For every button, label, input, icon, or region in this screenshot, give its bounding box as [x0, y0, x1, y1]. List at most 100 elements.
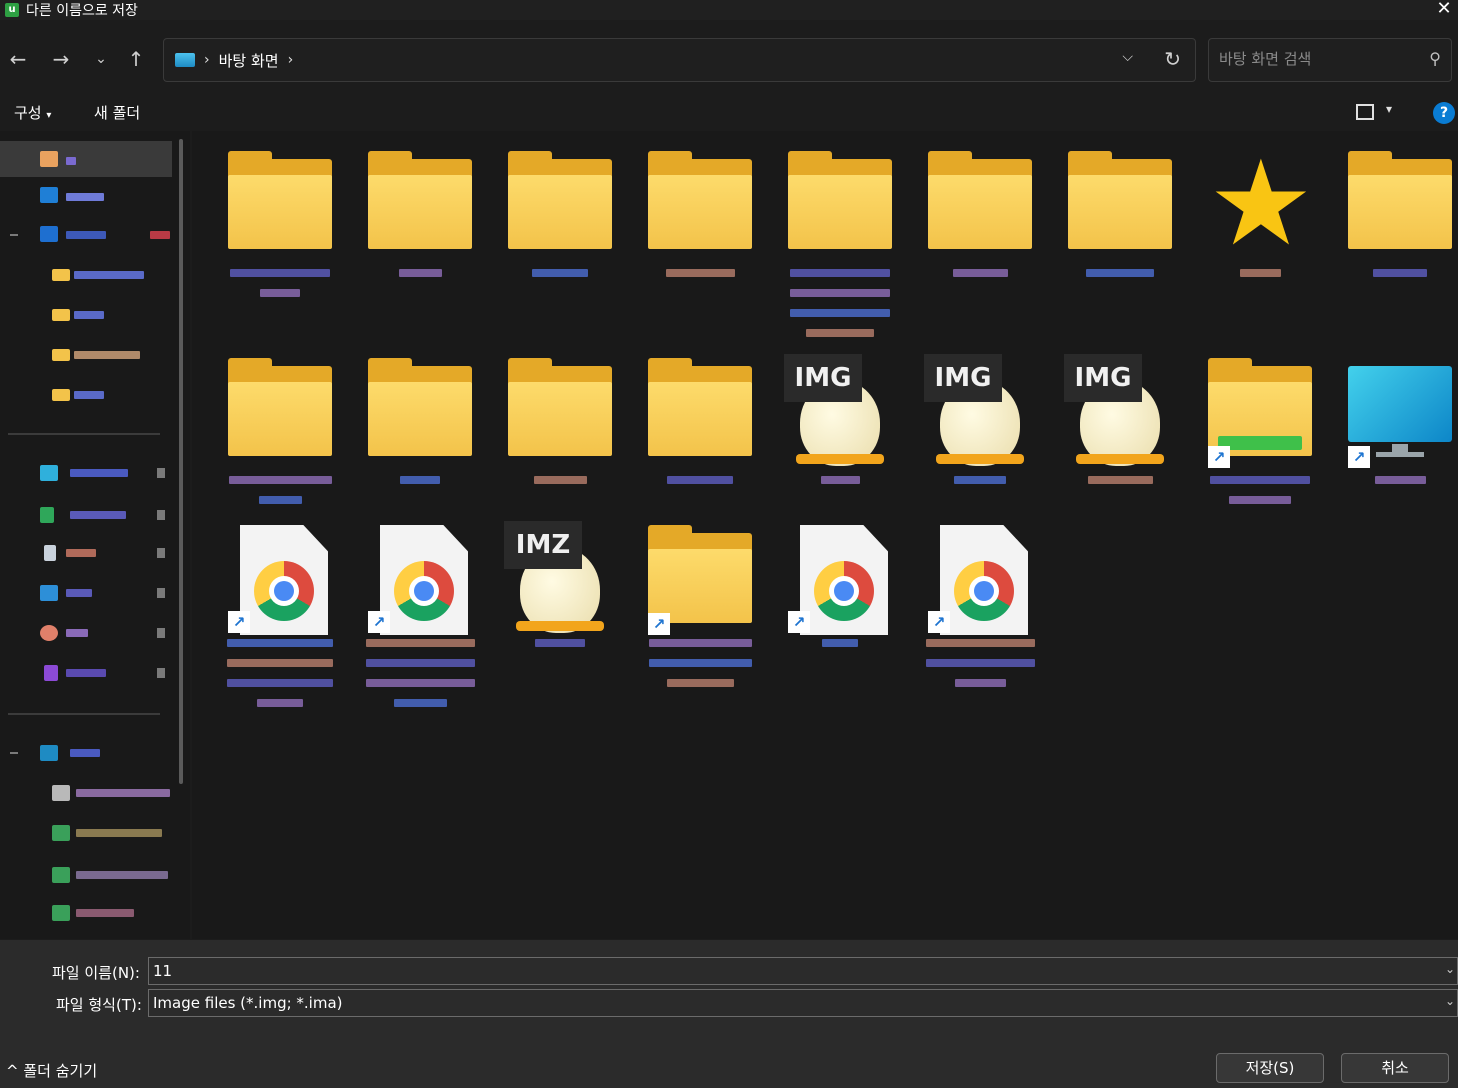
- folder-icon: [1348, 151, 1452, 255]
- sidebar-item-drive[interactable]: [0, 857, 172, 893]
- folder-icon: [52, 269, 70, 281]
- caption-blur: [925, 659, 1035, 667]
- sidebar-item-folder[interactable]: [0, 297, 172, 333]
- breadcrumb-chevron-icon[interactable]: ›: [204, 52, 210, 68]
- file-item-folder-shortcut[interactable]: ↗: [640, 515, 760, 715]
- sidebar-divider: [8, 433, 160, 435]
- sidebar-item-cloud[interactable]: [0, 217, 172, 253]
- chevron-down-icon[interactable]: ⌄: [1445, 962, 1455, 976]
- sidebar-item-desktop[interactable]: [0, 455, 172, 491]
- sidebar-item-drive[interactable]: [0, 775, 172, 811]
- file-item-chrome-shortcut[interactable]: ↗: [920, 515, 1040, 715]
- sidebar-item-this-pc[interactable]: [0, 735, 172, 771]
- file-item-folder[interactable]: [920, 141, 1040, 341]
- save-button[interactable]: 저장(S): [1216, 1053, 1324, 1083]
- caption-blur: [532, 269, 588, 277]
- sidebar-item-folder[interactable]: [0, 337, 172, 373]
- filename-combobox[interactable]: ⌄: [148, 957, 1458, 985]
- sidebar-item-videos[interactable]: [0, 655, 172, 691]
- file-item-pc-shortcut[interactable]: ↗: [1340, 348, 1458, 548]
- caption-blur: [227, 679, 333, 687]
- sidebar-item-folder[interactable]: [0, 377, 172, 413]
- sidebar-item-downloads[interactable]: [0, 497, 172, 533]
- star-icon: ★: [1208, 144, 1314, 262]
- file-item-folder[interactable]: [780, 141, 900, 341]
- sidebar-item-gallery[interactable]: [0, 179, 172, 215]
- file-item-folder[interactable]: [640, 141, 760, 341]
- caption-blur: [400, 476, 440, 484]
- sidebar-item-drive[interactable]: [0, 815, 172, 851]
- up-arrow-icon[interactable]: ↑: [121, 44, 151, 74]
- help-icon[interactable]: ?: [1433, 102, 1455, 124]
- caption-blur: [393, 699, 447, 707]
- sidebar-item-label: [70, 469, 128, 477]
- sidebar-item-label: [66, 193, 104, 201]
- cancel-button[interactable]: 취소: [1341, 1053, 1449, 1083]
- desktop-icon: [40, 465, 58, 481]
- breadcrumb-desktop[interactable]: 바탕 화면: [219, 50, 279, 71]
- sidebar-item-home[interactable]: [0, 141, 172, 177]
- sidebar-item-documents[interactable]: [0, 535, 172, 571]
- caption-blur: [365, 659, 475, 667]
- sidebar-item-drive[interactable]: [0, 895, 172, 931]
- file-item-folder[interactable]: [500, 141, 620, 341]
- file-item-img[interactable]: IMZ: [500, 515, 620, 715]
- search-input[interactable]: [1219, 50, 1409, 68]
- monitor-base: [1376, 452, 1424, 457]
- img-badge: IMG: [784, 354, 862, 402]
- filetype-label: 파일 형식(T):: [56, 996, 142, 1014]
- sidebar-item-folder[interactable]: [0, 257, 172, 293]
- command-bar: 구성 ▾ 새 폴더 ▾ ?: [0, 93, 1458, 131]
- address-dropdown-icon[interactable]: ⌵: [1122, 49, 1133, 65]
- cloud-icon: [40, 226, 58, 242]
- recent-locations-chevron-icon[interactable]: ⌄: [86, 44, 116, 74]
- file-item-chrome-shortcut[interactable]: ↗: [780, 515, 900, 715]
- file-item-folder[interactable]: [360, 141, 480, 341]
- file-item-star[interactable]: ★: [1200, 141, 1320, 341]
- back-arrow-icon[interactable]: ←: [3, 44, 33, 74]
- filename-input[interactable]: [153, 961, 1423, 981]
- file-item-chrome-shortcut[interactable]: ↗: [360, 515, 480, 715]
- chrome-icon: [814, 561, 874, 621]
- caret-down-icon: ▾: [1386, 102, 1393, 116]
- filetype-select[interactable]: Image files (*.img; *.ima) ⌄: [148, 989, 1458, 1017]
- drive-bar: [1218, 436, 1302, 450]
- sidebar-item-pictures[interactable]: [0, 575, 172, 611]
- pin-icon: [157, 468, 165, 478]
- caption-blur: [806, 329, 874, 337]
- organize-menu[interactable]: 구성 ▾: [14, 102, 51, 123]
- shortcut-arrow-icon: ↗: [1208, 446, 1230, 468]
- sidebar-item-label: [66, 669, 106, 677]
- search-icon[interactable]: ⚲: [1429, 49, 1441, 68]
- breadcrumb-chevron-icon[interactable]: ›: [288, 52, 294, 68]
- sidebar-scrollbar[interactable]: [179, 139, 183, 784]
- file-item-drive-shortcut[interactable]: ↗: [1200, 348, 1320, 548]
- file-item-folder[interactable]: [1060, 141, 1180, 341]
- close-button[interactable]: ✕: [1430, 0, 1458, 20]
- caption-blur: [230, 269, 330, 277]
- save-panel: 파일 이름(N): ⌄ 파일 형식(T): Image files (*.img…: [0, 940, 1458, 1088]
- folder-front: [228, 175, 332, 249]
- hide-folders-button[interactable]: ^ 폴더 숨기기: [6, 1060, 97, 1081]
- address-bar[interactable]: › 바탕 화면 › ⌵ ↻: [163, 38, 1196, 82]
- expand-chevron-icon[interactable]: [10, 752, 18, 754]
- refresh-icon[interactable]: ↻: [1164, 47, 1181, 71]
- forward-arrow-icon[interactable]: →: [46, 44, 76, 74]
- new-folder-button[interactable]: 새 폴더: [94, 102, 140, 123]
- window-title: 다른 이름으로 저장: [26, 3, 138, 19]
- folder-front: [648, 382, 752, 456]
- file-item-chrome-shortcut[interactable]: ↗: [220, 515, 340, 715]
- view-options-button[interactable]: ▾: [1356, 102, 1400, 124]
- folder-front: [648, 175, 752, 249]
- caption-blur: [1229, 496, 1291, 504]
- search-box[interactable]: ⚲: [1208, 38, 1452, 82]
- expand-chevron-icon[interactable]: [10, 234, 18, 236]
- file-item-folder[interactable]: [220, 141, 340, 341]
- document-icon: [44, 545, 56, 561]
- music-icon: [40, 625, 58, 641]
- file-item-folder[interactable]: [1340, 141, 1458, 341]
- sidebar-item-music[interactable]: [0, 615, 172, 651]
- file-item-img[interactable]: IMG: [1060, 348, 1180, 548]
- disk-image-icon: IMG: [784, 354, 892, 466]
- chevron-down-icon[interactable]: ⌄: [1445, 994, 1455, 1008]
